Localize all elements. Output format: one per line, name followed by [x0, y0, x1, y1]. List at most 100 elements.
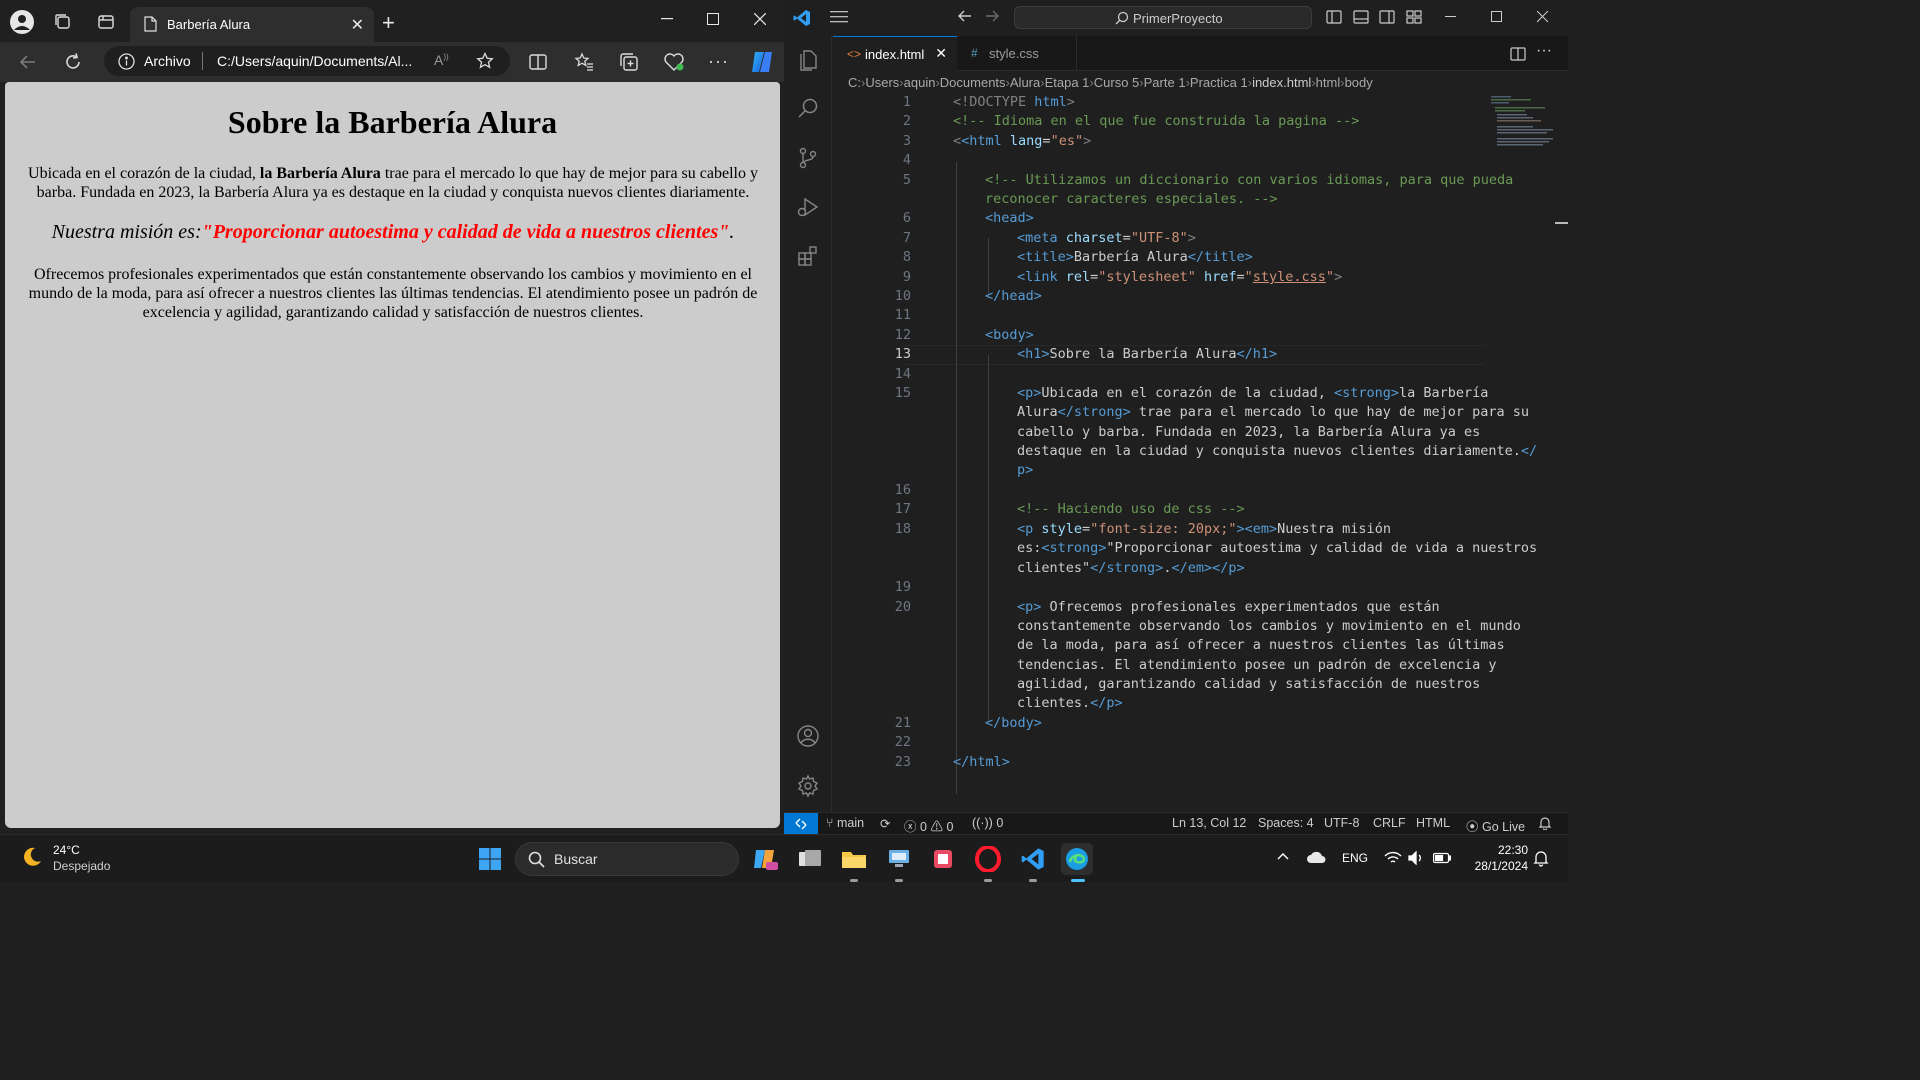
- toggle-panel-icon[interactable]: [1353, 9, 1369, 25]
- taskbar-search[interactable]: Buscar: [515, 842, 739, 876]
- breadcrumb-item[interactable]: Parte 1: [1144, 72, 1186, 94]
- breadcrumb-item[interactable]: Practica 1: [1190, 72, 1248, 94]
- close-tab-icon[interactable]: ✕: [351, 15, 364, 35]
- split-screen-icon[interactable]: [528, 52, 548, 72]
- profile-icon[interactable]: [9, 9, 35, 35]
- breadcrumb-item[interactable]: aquin: [904, 72, 936, 94]
- code-token: </strong>: [1090, 560, 1164, 576]
- go-live-button[interactable]: ⦿ Go Live: [1466, 816, 1525, 835]
- indentation-status[interactable]: Spaces: 4: [1258, 816, 1314, 830]
- maximize-button[interactable]: [690, 6, 736, 32]
- language-mode[interactable]: HTML: [1416, 816, 1450, 830]
- extensions-icon[interactable]: [794, 242, 822, 270]
- back-arrow-icon[interactable]: [18, 52, 38, 72]
- workspaces-icon[interactable]: [50, 9, 76, 35]
- windows-start-icon[interactable]: [474, 843, 506, 875]
- vscode-close-button[interactable]: [1537, 11, 1549, 23]
- code-editor[interactable]: 1 2 3 4 5 6 7 8 9 10 11 12 13 14 15 16 17 18 19 20 21 22 23 <!…: [833, 94, 1537, 812]
- code-token: <p>: [1017, 599, 1042, 615]
- read-aloud-icon[interactable]: A)): [434, 52, 449, 68]
- clock-date[interactable]: 28/1/2024: [1466, 859, 1528, 873]
- breadcrumb-item[interactable]: html: [1316, 72, 1341, 94]
- tab-index-html[interactable]: <> index.html ✕: [833, 36, 957, 71]
- notifications-bell-icon[interactable]: [1538, 816, 1552, 830]
- new-tab-button[interactable]: +: [382, 12, 395, 34]
- notifications-icon[interactable]: [1533, 849, 1549, 867]
- stylesheet-link[interactable]: style.css: [1253, 269, 1326, 285]
- menu-hamburger-icon[interactable]: [830, 10, 848, 24]
- collections-icon[interactable]: [619, 52, 639, 72]
- onedrive-cloud-icon[interactable]: [1306, 850, 1326, 864]
- breadcrumb-item[interactable]: C:: [848, 72, 861, 94]
- breadcrumb-item[interactable]: Curso 5: [1094, 72, 1140, 94]
- code-token: </em>: [1171, 560, 1213, 576]
- vscode-maximize-button[interactable]: [1491, 11, 1503, 23]
- command-center-search[interactable]: PrimerProyecto: [1014, 6, 1312, 29]
- weather-moon-icon[interactable]: [20, 845, 44, 869]
- tab-style-css[interactable]: # style.css: [957, 36, 1077, 71]
- more-options-icon[interactable]: ···: [708, 51, 729, 72]
- editor-tabs: <> index.html ✕ # style.css ···: [833, 36, 1568, 71]
- run-debug-icon[interactable]: [794, 193, 822, 221]
- address-url[interactable]: C:/Users/aquin/Documents/Al...: [217, 53, 412, 69]
- favorites-icon[interactable]: [574, 52, 594, 72]
- minimap[interactable]: [1489, 94, 1559, 154]
- toggle-secondary-sidebar-icon[interactable]: [1379, 9, 1395, 25]
- browser-tab-active[interactable]: Barbería Alura ✕: [130, 7, 374, 42]
- info-icon[interactable]: [118, 53, 135, 70]
- eol-status[interactable]: CRLF: [1373, 816, 1406, 830]
- weather-temperature[interactable]: 24°C: [53, 843, 80, 857]
- snipping-tool-icon[interactable]: [927, 843, 959, 875]
- remote-indicator-icon[interactable]: [784, 813, 818, 835]
- breadcrumb-item[interactable]: body: [1345, 72, 1373, 94]
- remote-desktop-icon[interactable]: [883, 843, 915, 875]
- problems-status[interactable]: ⓧ 0 ⚠ 0: [904, 816, 953, 835]
- battery-icon[interactable]: [1433, 852, 1451, 864]
- close-window-button[interactable]: [737, 6, 783, 32]
- settings-gear-icon[interactable]: [794, 772, 822, 800]
- vscode-minimize-button[interactable]: [1445, 10, 1457, 22]
- clock-time[interactable]: 22:30: [1488, 843, 1528, 857]
- accounts-icon[interactable]: [794, 722, 822, 750]
- breadcrumb-item[interactable]: Etapa 1: [1045, 72, 1090, 94]
- refresh-icon[interactable]: [63, 52, 83, 72]
- breadcrumb-item[interactable]: Documents: [940, 72, 1006, 94]
- breadcrumb-item[interactable]: index.html: [1252, 72, 1311, 94]
- breadcrumb-item[interactable]: Users: [865, 72, 899, 94]
- favorite-star-icon[interactable]: [476, 52, 494, 70]
- volume-icon[interactable]: [1408, 851, 1424, 865]
- nav-forward-icon[interactable]: [984, 8, 1000, 24]
- copilot-icon[interactable]: [748, 48, 776, 76]
- input-language[interactable]: ENG: [1342, 851, 1368, 865]
- branch-status[interactable]: ⑂ main: [826, 816, 864, 830]
- editor-more-actions-icon[interactable]: ···: [1536, 42, 1552, 60]
- opera-browser-icon[interactable]: [972, 843, 1004, 875]
- wifi-icon[interactable]: [1384, 851, 1402, 865]
- task-view-icon[interactable]: [794, 843, 826, 875]
- nav-back-icon[interactable]: [957, 8, 973, 24]
- minimize-button[interactable]: [644, 6, 690, 32]
- search-activity-icon[interactable]: [794, 94, 822, 122]
- vscode-logo-icon: [793, 9, 811, 27]
- breadcrumb-item[interactable]: Alura: [1010, 72, 1040, 94]
- ports-status[interactable]: ((·)) 0: [972, 816, 1003, 830]
- close-tab-index-icon[interactable]: ✕: [935, 45, 947, 62]
- vscode-taskbar-icon[interactable]: [1017, 843, 1049, 875]
- code-line-1: <!DOCTYPE html>: [953, 94, 1075, 110]
- split-editor-icon[interactable]: [1510, 46, 1526, 62]
- cursor-position[interactable]: Ln 13, Col 12: [1172, 816, 1246, 830]
- encoding-status[interactable]: UTF-8: [1324, 816, 1359, 830]
- file-explorer-icon[interactable]: [838, 843, 870, 875]
- sync-icon[interactable]: ⟳: [880, 816, 890, 831]
- weather-description[interactable]: Despejado: [53, 859, 110, 873]
- address-bar[interactable]: Archivo C:/Users/aquin/Documents/Al... A…: [104, 46, 510, 76]
- tab-actions-icon[interactable]: [93, 9, 119, 35]
- explorer-icon[interactable]: [794, 46, 822, 74]
- show-hidden-icons-chevron-icon[interactable]: [1277, 852, 1289, 860]
- copilot-taskbar-icon[interactable]: [749, 843, 781, 875]
- browser-essentials-icon[interactable]: [663, 52, 685, 72]
- edge-taskbar-icon[interactable]: [1061, 843, 1093, 875]
- source-control-icon[interactable]: [794, 144, 822, 172]
- customize-layout-icon[interactable]: [1406, 9, 1422, 25]
- toggle-primary-sidebar-icon[interactable]: [1326, 9, 1342, 25]
